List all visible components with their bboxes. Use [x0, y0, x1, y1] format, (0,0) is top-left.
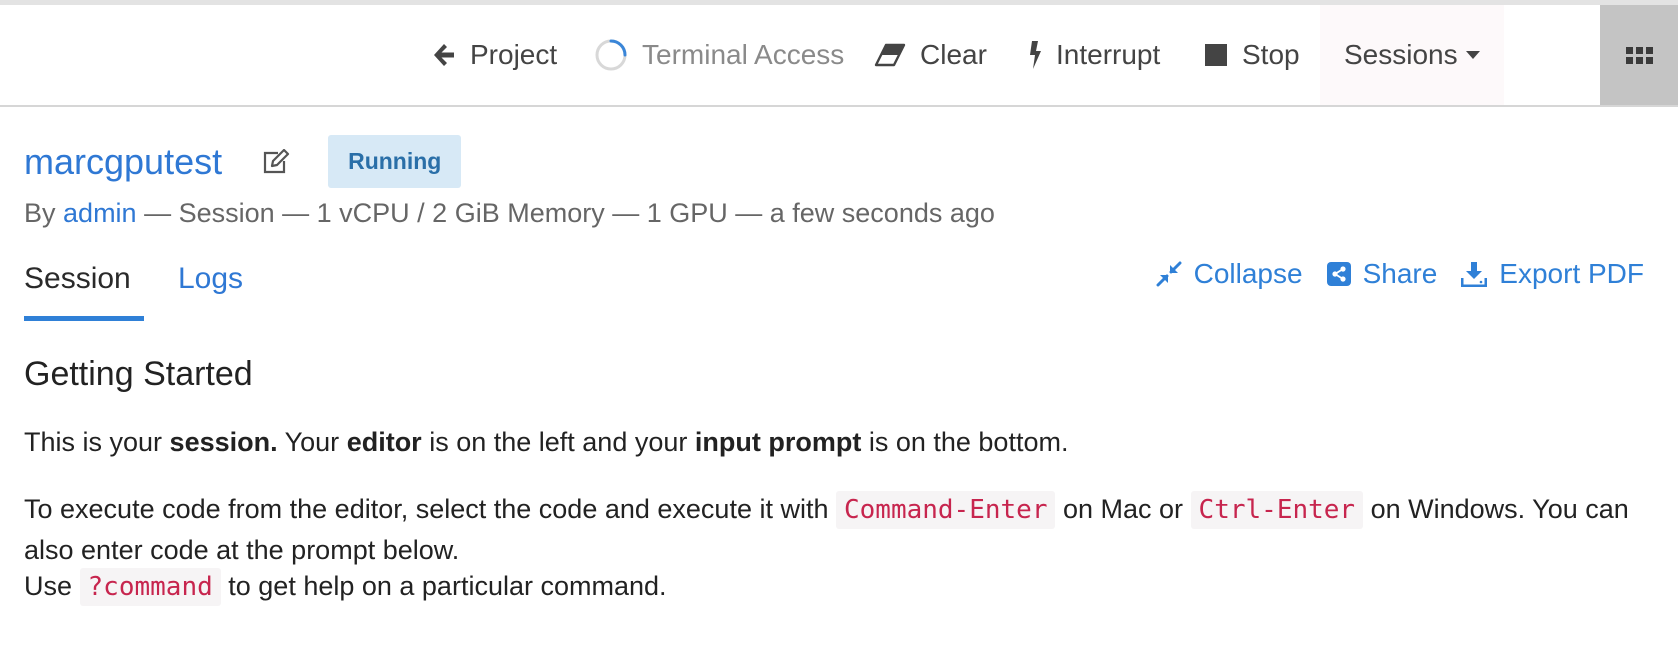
terminal-access-label: Terminal Access — [642, 39, 845, 70]
session-output: Getting Started This is your session. Yo… — [24, 355, 1644, 606]
intro-paragraph: This is your session. Your editor is on … — [24, 427, 1068, 458]
terminal-access-button[interactable]: Terminal Access — [594, 5, 844, 105]
compress-icon — [1156, 261, 1182, 287]
project-label: Project — [470, 39, 558, 70]
text-span: Your — [277, 427, 347, 457]
collapse-label: Collapse — [1193, 258, 1303, 289]
tab-logs-label: Logs — [178, 262, 244, 295]
share-button[interactable]: Share — [1326, 258, 1438, 290]
help-paragraph: Use ?command to get help on a particular… — [24, 568, 667, 606]
clear-label: Clear — [920, 39, 987, 70]
export-pdf-label: Export PDF — [1499, 258, 1644, 289]
interrupt-label: Interrupt — [1056, 39, 1161, 70]
execute-paragraph: To execute code from the editor, select … — [24, 489, 1644, 570]
sessions-label: Sessions — [1344, 39, 1458, 70]
meta-by: By — [24, 198, 56, 228]
apps-grid-button[interactable] — [1600, 5, 1678, 105]
caret-down-icon — [1465, 50, 1480, 60]
session-meta: By admin — Session — 1 vCPU / 2 GiB Memo… — [24, 198, 995, 229]
stop-square-icon — [1204, 43, 1228, 67]
text-span: to get help on a particular command. — [220, 571, 667, 601]
spinner-icon — [594, 38, 628, 72]
text-span: Use — [24, 571, 80, 601]
author-link[interactable]: admin — [63, 198, 137, 228]
session-title: marcgputest — [24, 140, 223, 182]
session-actions: Collapse Share Export PDF — [1132, 258, 1644, 290]
tab-session[interactable]: Session — [24, 262, 131, 296]
inline-code: Ctrl-Enter — [1190, 491, 1364, 529]
arrow-left-icon — [432, 42, 456, 68]
sessions-dropdown[interactable]: Sessions — [1320, 5, 1504, 105]
tab-session-label: Session — [24, 262, 131, 295]
bold-text: input prompt — [694, 427, 862, 457]
text-span: To execute code from the editor, select … — [24, 494, 836, 524]
grid-icon — [1625, 46, 1653, 64]
bold-text: editor — [346, 427, 422, 457]
status-badge: Running — [328, 135, 462, 188]
share-icon — [1326, 262, 1351, 286]
eraser-icon — [874, 43, 906, 67]
bold-text: session. — [169, 427, 278, 457]
section-heading: Getting Started — [24, 355, 253, 393]
stop-label: Stop — [1242, 39, 1300, 70]
text-span: This is your — [24, 427, 170, 457]
stop-button[interactable]: Stop — [1204, 5, 1300, 105]
interrupt-button[interactable]: Interrupt — [1026, 5, 1160, 105]
share-label: Share — [1362, 258, 1438, 289]
export-pdf-button[interactable]: Export PDF — [1461, 258, 1644, 290]
text-span: on Mac or — [1055, 494, 1191, 524]
bolt-icon — [1026, 40, 1042, 70]
text-span: is on the left and your — [421, 427, 695, 457]
meta-details: — Session — 1 vCPU / 2 GiB Memory — 1 GP… — [144, 198, 995, 228]
project-button[interactable]: Project — [432, 5, 557, 105]
tab-logs[interactable]: Logs — [178, 262, 243, 296]
edit-icon[interactable] — [262, 148, 290, 175]
collapse-button[interactable]: Collapse — [1156, 258, 1303, 290]
text-span: is on the bottom. — [861, 427, 1069, 457]
toolbar: Project Terminal Access Clear Interrupt — [0, 5, 1678, 107]
session-header: marcgputest Running — [24, 135, 462, 188]
inline-code: Command-Enter — [835, 491, 1056, 529]
active-tab-indicator — [24, 316, 144, 321]
download-icon — [1461, 261, 1488, 287]
inline-code: ?command — [79, 568, 221, 606]
clear-button[interactable]: Clear — [874, 5, 987, 105]
